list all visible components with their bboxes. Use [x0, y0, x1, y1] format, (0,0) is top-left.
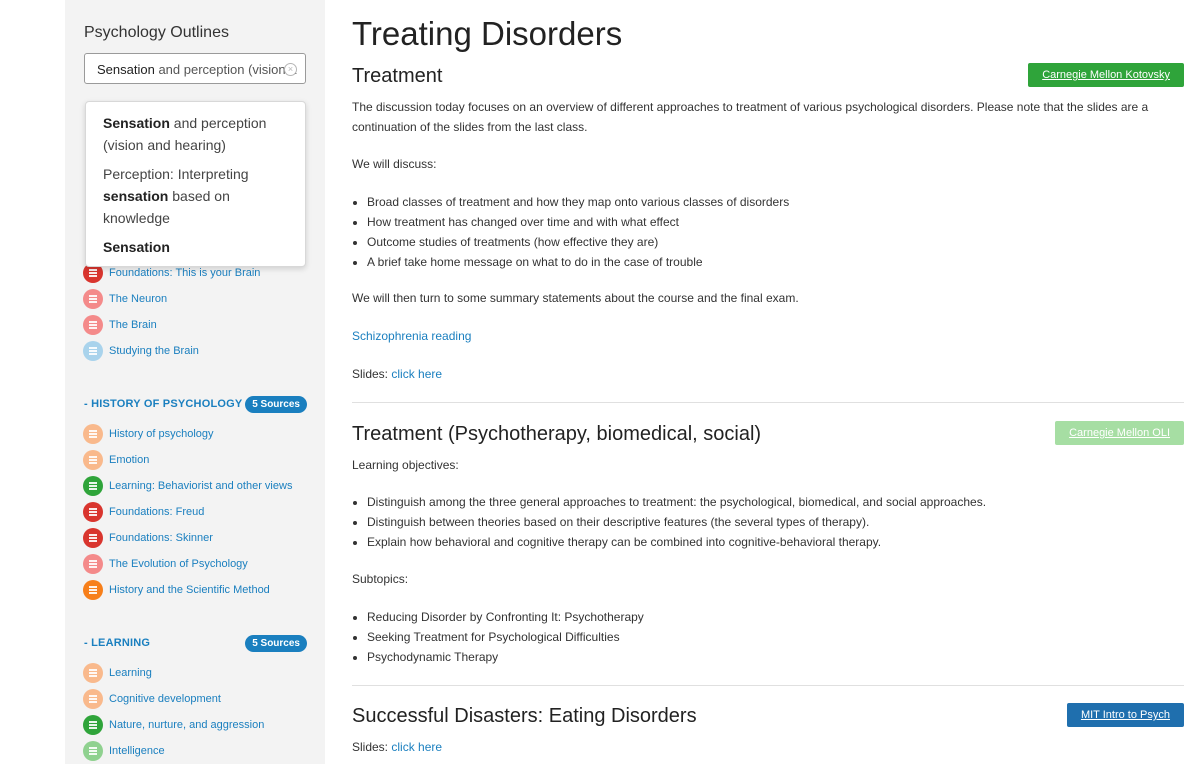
search-query-rest: and perception (vision a: [154, 62, 297, 77]
outline-icon: [83, 528, 103, 548]
sources-badge[interactable]: 5 Sources: [245, 396, 307, 413]
sources-badge[interactable]: 5 Sources: [245, 635, 307, 652]
reading-link[interactable]: Schizophrenia reading: [352, 329, 471, 343]
list-item: Explain how behavioral and cognitive the…: [367, 532, 986, 552]
outline-icon: [83, 450, 103, 470]
sidebar-item[interactable]: The Brain: [83, 315, 157, 335]
list-item: Reducing Disorder by Confronting It: Psy…: [367, 607, 644, 627]
bullet-list: Distinguish among the three general appr…: [352, 492, 986, 552]
outline-icon: [83, 315, 103, 335]
source-tag-button[interactable]: MIT Intro to Psych: [1066, 703, 1184, 727]
search-query-bold: Sensation: [97, 62, 155, 77]
outline-icon: [83, 715, 103, 735]
list-item: Distinguish between theories based on th…: [367, 512, 986, 532]
slides-row: Slides: click here: [352, 367, 443, 381]
section-heading-learning[interactable]: - LEARNING: [84, 637, 150, 649]
list-item: A brief take home message on what to do …: [367, 252, 789, 272]
sidebar-item[interactable]: Foundations: Skinner: [83, 528, 213, 548]
source-tag-button[interactable]: Carnegie Mellon Kotovsky: [1028, 63, 1184, 87]
objectives-label: Learning objectives:: [352, 458, 459, 472]
sidebar-item[interactable]: Learning: [83, 663, 152, 683]
search-input[interactable]: Sensation and perception (vision a ×: [84, 53, 306, 84]
summary-text: We will then turn to some summary statem…: [352, 291, 799, 305]
outline-icon: [83, 341, 103, 361]
sidebar-item[interactable]: Foundations: Freud: [83, 502, 204, 522]
sidebar-item[interactable]: Intelligence: [83, 741, 165, 761]
sidebar-item[interactable]: History of psychology: [83, 424, 214, 444]
suggestion-item[interactable]: Sensation and perception (vision and hea…: [103, 112, 291, 156]
sidebar-item[interactable]: Nature, nurture, and aggression: [83, 715, 264, 735]
outline-icon: [83, 424, 103, 444]
section-divider: [352, 685, 1184, 686]
outline-icon: [83, 502, 103, 522]
bullet-list: Broad classes of treatment and how they …: [352, 192, 789, 272]
sidebar-item[interactable]: Studying the Brain: [83, 341, 199, 361]
slides-link[interactable]: click here: [391, 740, 442, 754]
outline-icon: [83, 663, 103, 683]
list-item: How treatment has changed over time and …: [367, 212, 789, 232]
slides-link[interactable]: click here: [391, 367, 442, 381]
suggestion-item[interactable]: Sensation: [103, 236, 291, 258]
clear-search-icon[interactable]: ×: [284, 63, 297, 76]
section-title: Treatment: [352, 65, 443, 87]
outline-icon: [83, 476, 103, 496]
sidebar-item[interactable]: History and the Scientific Method: [83, 580, 270, 600]
sidebar-item[interactable]: Learning: Behaviorist and other views: [83, 476, 292, 496]
outline-icon: [83, 554, 103, 574]
source-tag-button[interactable]: Carnegie Mellon OLI: [1055, 421, 1184, 445]
section-title: Treatment (Psychotherapy, biomedical, so…: [352, 423, 762, 445]
sidebar-item[interactable]: Emotion: [83, 450, 149, 470]
list-item: Broad classes of treatment and how they …: [367, 192, 789, 212]
subtopics-label: Subtopics:: [352, 572, 409, 586]
sidebar-title: Psychology Outlines: [84, 24, 229, 41]
section-divider: [352, 402, 1184, 403]
reading-row: Schizophrenia reading: [352, 326, 471, 346]
section-heading-history[interactable]: - HISTORY OF PSYCHOLOGY: [84, 398, 242, 410]
outline-icon: [83, 741, 103, 761]
sidebar: Psychology Outlines Sensation and percep…: [65, 0, 325, 764]
sidebar-item[interactable]: The Evolution of Psychology: [83, 554, 248, 574]
search-suggestions-dropdown: Sensation and perception (vision and hea…: [85, 101, 306, 267]
list-item: Outcome studies of treatments (how effec…: [367, 232, 789, 252]
bullet-list: Reducing Disorder by Confronting It: Psy…: [352, 607, 644, 667]
list-item: Psychodynamic Therapy: [367, 647, 644, 667]
page-title: Treating Disorders: [352, 15, 623, 52]
list-item: Distinguish among the three general appr…: [367, 492, 986, 512]
sidebar-item[interactable]: Cognitive development: [83, 689, 221, 709]
suggestion-item[interactable]: Perception: Interpreting sensation based…: [103, 163, 291, 229]
discuss-label: We will discuss:: [352, 157, 437, 171]
sidebar-item[interactable]: The Neuron: [83, 289, 167, 309]
outline-icon: [83, 689, 103, 709]
list-item: Seeking Treatment for Psychological Diff…: [367, 627, 644, 647]
section-intro: The discussion today focuses on an overv…: [352, 100, 1149, 134]
slides-row: Slides: click here: [352, 740, 443, 754]
outline-icon: [83, 580, 103, 600]
section-title: Successful Disasters: Eating Disorders: [352, 705, 697, 727]
outline-icon: [83, 289, 103, 309]
